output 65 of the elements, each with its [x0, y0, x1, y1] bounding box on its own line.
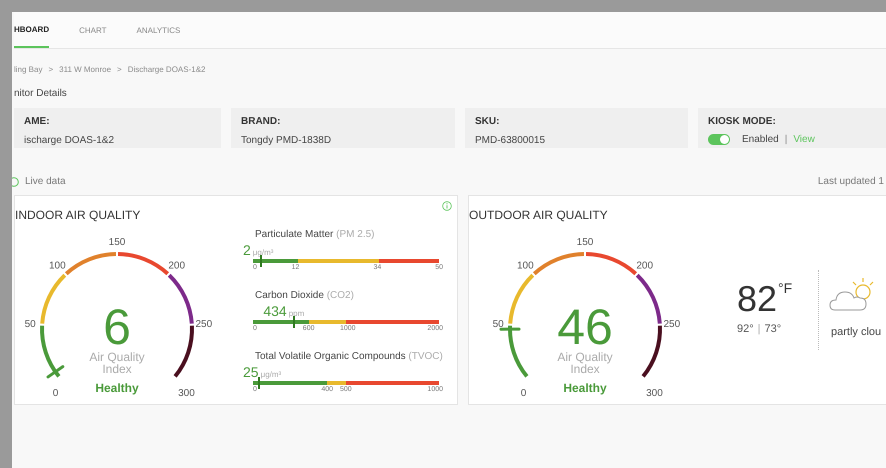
- aqi-status: Healthy: [95, 381, 139, 395]
- breadcrumb-link[interactable]: ling Bay: [14, 64, 42, 76]
- temperature-unit: °F: [778, 281, 792, 295]
- panel-title: OUTDOOR AIR QUALITY: [469, 207, 608, 224]
- panel-title: INDOOR AIR QUALITY: [15, 207, 140, 224]
- gauge-caption: Index: [102, 362, 132, 376]
- metric-value: 2: [243, 243, 251, 257]
- tab[interactable]: ANALYTICS: [136, 25, 180, 48]
- scale-label: 300: [646, 388, 663, 400]
- card-value: PMD-63800015: [475, 134, 546, 148]
- card-value: Tongdy PMD-1838D: [241, 134, 332, 148]
- card-label: AME:: [24, 115, 51, 129]
- tab[interactable]: CHART: [79, 25, 107, 48]
- scale-label: 200: [636, 260, 654, 272]
- gauge-caption: Air Quality: [557, 350, 613, 364]
- scale-label: 300: [178, 388, 195, 400]
- scale-label: 200: [168, 260, 186, 272]
- status-text: Enabled: [742, 133, 779, 147]
- separator: |: [758, 322, 760, 337]
- scale-label: 0: [52, 388, 58, 400]
- scale-label: 250: [664, 318, 680, 330]
- metric-unit: ppm: [288, 308, 304, 320]
- gauge-marker: [500, 328, 520, 331]
- scale-label: 100: [516, 260, 534, 272]
- metric-unit: μg/m³: [252, 247, 274, 259]
- breadcrumb-link[interactable]: Discharge DOAS-1&2: [128, 64, 206, 76]
- temperature: 82: [737, 281, 778, 317]
- breadcrumb-link[interactable]: 311 W Monroe: [59, 64, 112, 76]
- metric-code: (CO2): [326, 290, 354, 301]
- scale-label: 150: [108, 237, 126, 248]
- scale-label: 50: [24, 318, 36, 330]
- metric-name: Particulate Matter: [255, 229, 334, 240]
- last-updated: Last updated 1: [818, 175, 884, 189]
- scale-label: 100: [48, 260, 66, 272]
- high-temperature: 92°: [737, 322, 754, 337]
- live-data-label: Live data: [25, 175, 66, 189]
- scale-label: 250: [196, 318, 212, 330]
- breadcrumb-separator: >: [48, 64, 54, 76]
- metric-code: (TVOC): [408, 351, 443, 362]
- section-title: nitor Details: [14, 87, 68, 101]
- scale-label: 50: [492, 318, 504, 330]
- scale-label: 0: [520, 388, 526, 400]
- breadcrumb-separator: >: [117, 64, 122, 76]
- metric-name: Carbon Dioxide: [255, 290, 324, 301]
- metric-code: (PM 2.5): [336, 229, 374, 240]
- view-link[interactable]: View: [793, 132, 815, 147]
- separator: |: [784, 133, 788, 147]
- toggle-switch[interactable]: [708, 134, 730, 145]
- card-value: ischarge DOAS-1&2: [24, 134, 116, 148]
- metric-name: Total Volatile Organic Compounds: [255, 351, 406, 362]
- scale-label: 150: [576, 237, 594, 248]
- metric-value: 25: [243, 365, 259, 379]
- gauge-caption: Index: [570, 362, 600, 376]
- low-temperature: 73°: [764, 322, 782, 337]
- weather-condition: partly clou: [831, 325, 882, 340]
- card-label: BRAND:: [241, 115, 282, 129]
- card-label: SKU:: [475, 115, 500, 129]
- metric-unit: μg/m³: [260, 369, 282, 381]
- metric-value: 434: [263, 304, 287, 318]
- info-icon[interactable]: [442, 201, 452, 211]
- aqi-status: Healthy: [563, 381, 607, 395]
- gauge-caption: Air Quality: [89, 350, 145, 364]
- tab[interactable]: HBOARD: [14, 24, 50, 48]
- card-label: KIOSK MODE:: [708, 115, 777, 129]
- gauge-marker: [46, 365, 64, 378]
